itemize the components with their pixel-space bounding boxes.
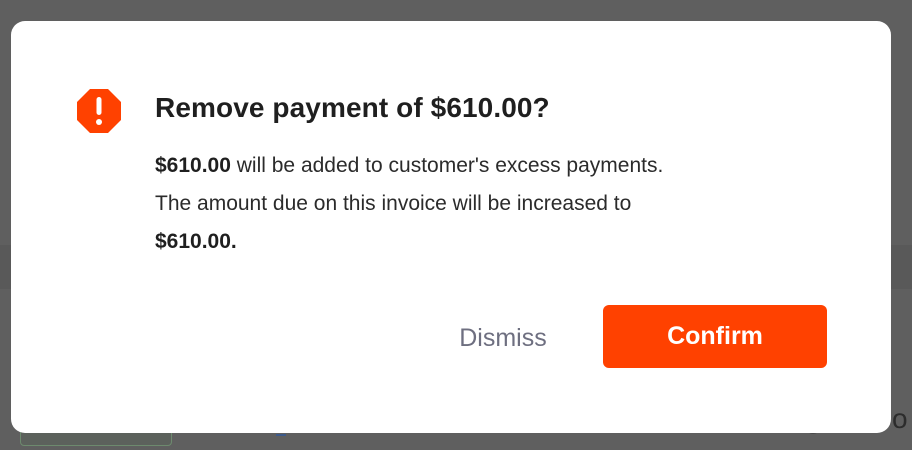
dialog-message: $610.00 will be added to customer's exce… [155, 147, 795, 261]
confirm-button[interactable]: Confirm [603, 305, 827, 368]
dismiss-button[interactable]: Dismiss [443, 312, 563, 364]
alert-octagon-icon [77, 89, 121, 133]
dialog-title: Remove payment of $610.00? [155, 92, 550, 123]
new-amount-due: $610.00. [155, 230, 237, 253]
background-edge-text: o [892, 403, 908, 434]
message-line1: will be added to customer's excess payme… [230, 154, 664, 177]
payment-amount: $610.00 [155, 154, 231, 177]
message-line2: The amount due on this invoice will be i… [155, 192, 632, 215]
confirm-dialog: Remove payment of $610.00? $610.00 will … [11, 21, 891, 433]
